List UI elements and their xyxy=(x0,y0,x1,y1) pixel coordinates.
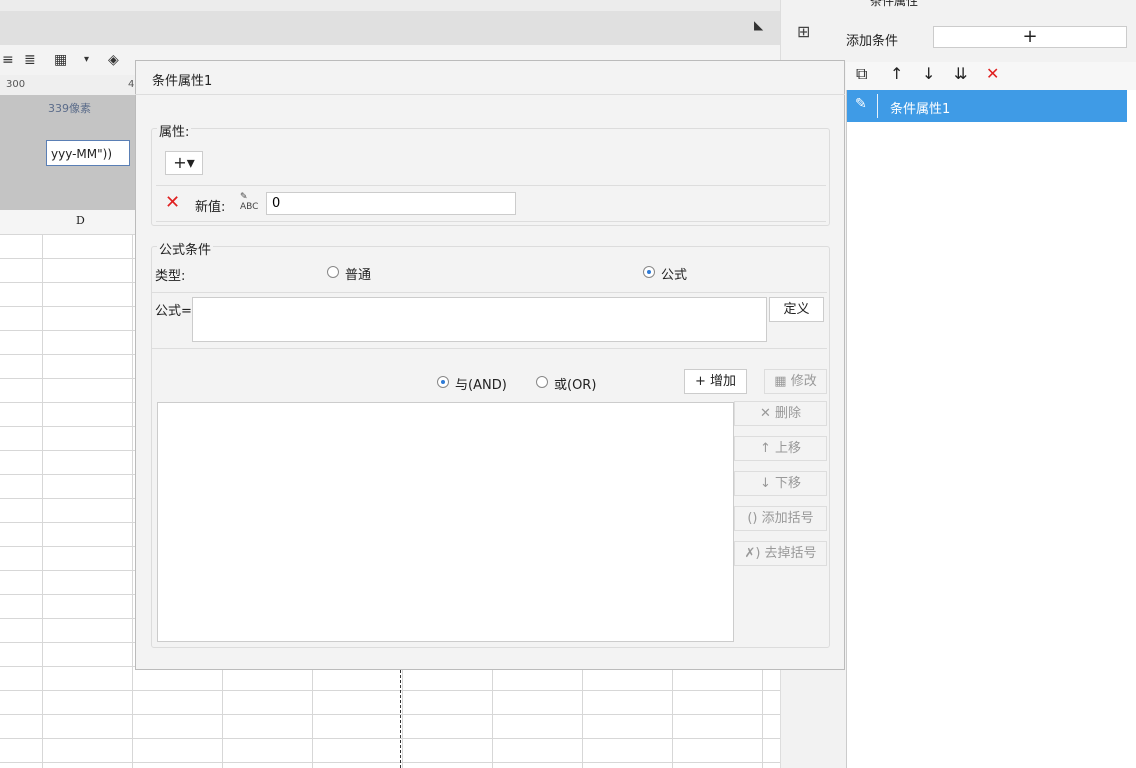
border-icon[interactable]: ▦ xyxy=(54,52,67,68)
page-break-line xyxy=(400,670,401,768)
add-condition-label: 添加条件 xyxy=(846,34,899,49)
ruler-label: 300 xyxy=(6,79,26,90)
fill-color-icon[interactable]: ◈ xyxy=(108,52,119,68)
grid-row-line xyxy=(0,690,780,691)
pixel-width-label: 339像素 xyxy=(48,102,91,115)
move-up-button[interactable]: ↑ 上移 xyxy=(734,436,827,461)
formula-condition-legend: 公式条件 xyxy=(157,239,214,258)
modify-button-label: 修改 xyxy=(790,374,817,389)
value-type-text: ABC xyxy=(240,202,259,212)
column-header-row xyxy=(0,210,135,235)
panel-title-text: 条件属性 xyxy=(870,0,919,8)
parenthesis-icon: () xyxy=(747,511,762,526)
add-property-button[interactable]: +▾ xyxy=(165,151,203,175)
move-down-label: 下移 xyxy=(775,476,802,491)
move-down-button[interactable]: ↓ 下移 xyxy=(734,471,827,496)
justify-icon[interactable]: ≣ xyxy=(24,52,36,68)
modify-icon: ▦ xyxy=(774,374,791,389)
new-value-label: 新值: xyxy=(195,200,226,215)
grid-column-line xyxy=(42,234,43,768)
condition-panel-title: 条件属性 xyxy=(846,0,1136,12)
logic-or-label[interactable]: 或(OR) xyxy=(554,374,596,393)
remove-property-icon[interactable]: ✕ xyxy=(165,192,180,213)
new-value-input[interactable] xyxy=(266,192,516,215)
move-bottom-icon[interactable]: ⇊ xyxy=(954,64,967,83)
dropdown-icon[interactable]: ▾ xyxy=(84,52,89,68)
formula-label: 公式= xyxy=(155,304,192,319)
plus-icon: + xyxy=(694,374,710,389)
title-divider xyxy=(135,94,845,95)
type-normal-label[interactable]: 普通 xyxy=(345,264,371,283)
add-button-label: 增加 xyxy=(710,374,737,389)
add-condition-button[interactable]: + xyxy=(933,26,1127,48)
grid-column-line xyxy=(132,234,133,768)
logic-or-radio[interactable] xyxy=(536,376,548,388)
grid-row-line xyxy=(0,762,780,763)
type-label: 类型: xyxy=(155,269,186,284)
delete-button-label: 删除 xyxy=(775,406,802,421)
condition-rule-list[interactable] xyxy=(157,402,734,642)
formula-divider xyxy=(152,348,827,349)
align-right-icon[interactable]: ≡ xyxy=(2,52,14,68)
selected-report-cell[interactable]: yyy-MM")) xyxy=(46,140,130,166)
x-icon: ✕ xyxy=(759,406,775,421)
logic-and-label[interactable]: 与(AND) xyxy=(455,374,507,393)
column-header-d[interactable]: D xyxy=(76,214,85,227)
dialog-title: 条件属性1 xyxy=(152,74,213,89)
add-condition-rule-button[interactable]: + 增加 xyxy=(684,369,747,394)
tab-bar xyxy=(0,11,780,45)
arrow-down-icon[interactable]: ↓ xyxy=(922,64,935,83)
property-legend: 属性: xyxy=(157,121,192,140)
arrow-down-icon: ↓ xyxy=(759,476,775,491)
delete-icon[interactable]: ✕ xyxy=(986,64,999,83)
arrow-up-icon[interactable]: ↑ xyxy=(890,64,903,83)
ruler-label-2: 4 xyxy=(128,79,135,90)
value-type-icon[interactable]: ✎ ABC xyxy=(240,192,262,212)
item-divider xyxy=(877,94,878,118)
window-top-bar xyxy=(0,0,780,11)
arrow-up-icon: ↑ xyxy=(759,441,775,456)
condition-list-item[interactable] xyxy=(847,90,1127,122)
grid-row-line xyxy=(0,714,780,715)
cell-properties-icon[interactable]: ⊞ xyxy=(797,22,810,41)
modify-button[interactable]: ▦ 修改 xyxy=(764,369,827,394)
type-formula-label[interactable]: 公式 xyxy=(661,264,687,283)
grid-row-line xyxy=(0,738,780,739)
delete-rule-button[interactable]: ✕ 删除 xyxy=(734,401,827,426)
expand-corner-icon[interactable]: ◣ xyxy=(754,18,768,32)
condition-list xyxy=(846,90,1136,768)
add-parenthesis-button[interactable]: () 添加括号 xyxy=(734,506,827,531)
type-formula-radio[interactable] xyxy=(643,266,655,278)
type-divider xyxy=(152,292,827,293)
define-button[interactable]: 定义 xyxy=(769,297,824,322)
ruler: 300 4 xyxy=(0,75,135,96)
copy-icon[interactable]: ⧉ xyxy=(856,64,867,84)
move-up-label: 上移 xyxy=(775,441,802,456)
formula-input[interactable] xyxy=(192,297,767,342)
remove-parenthesis-button[interactable]: ✗) 去掉括号 xyxy=(734,541,827,566)
logic-and-radio[interactable] xyxy=(437,376,449,388)
add-paren-label: 添加括号 xyxy=(761,511,814,526)
remove-parenthesis-icon: ✗) xyxy=(744,546,765,561)
remove-paren-label: 去掉括号 xyxy=(764,546,817,561)
condition-item-label[interactable]: 条件属性1 xyxy=(890,98,950,117)
edit-pencil-icon[interactable]: ✎ xyxy=(855,96,867,112)
type-normal-radio[interactable] xyxy=(327,266,339,278)
